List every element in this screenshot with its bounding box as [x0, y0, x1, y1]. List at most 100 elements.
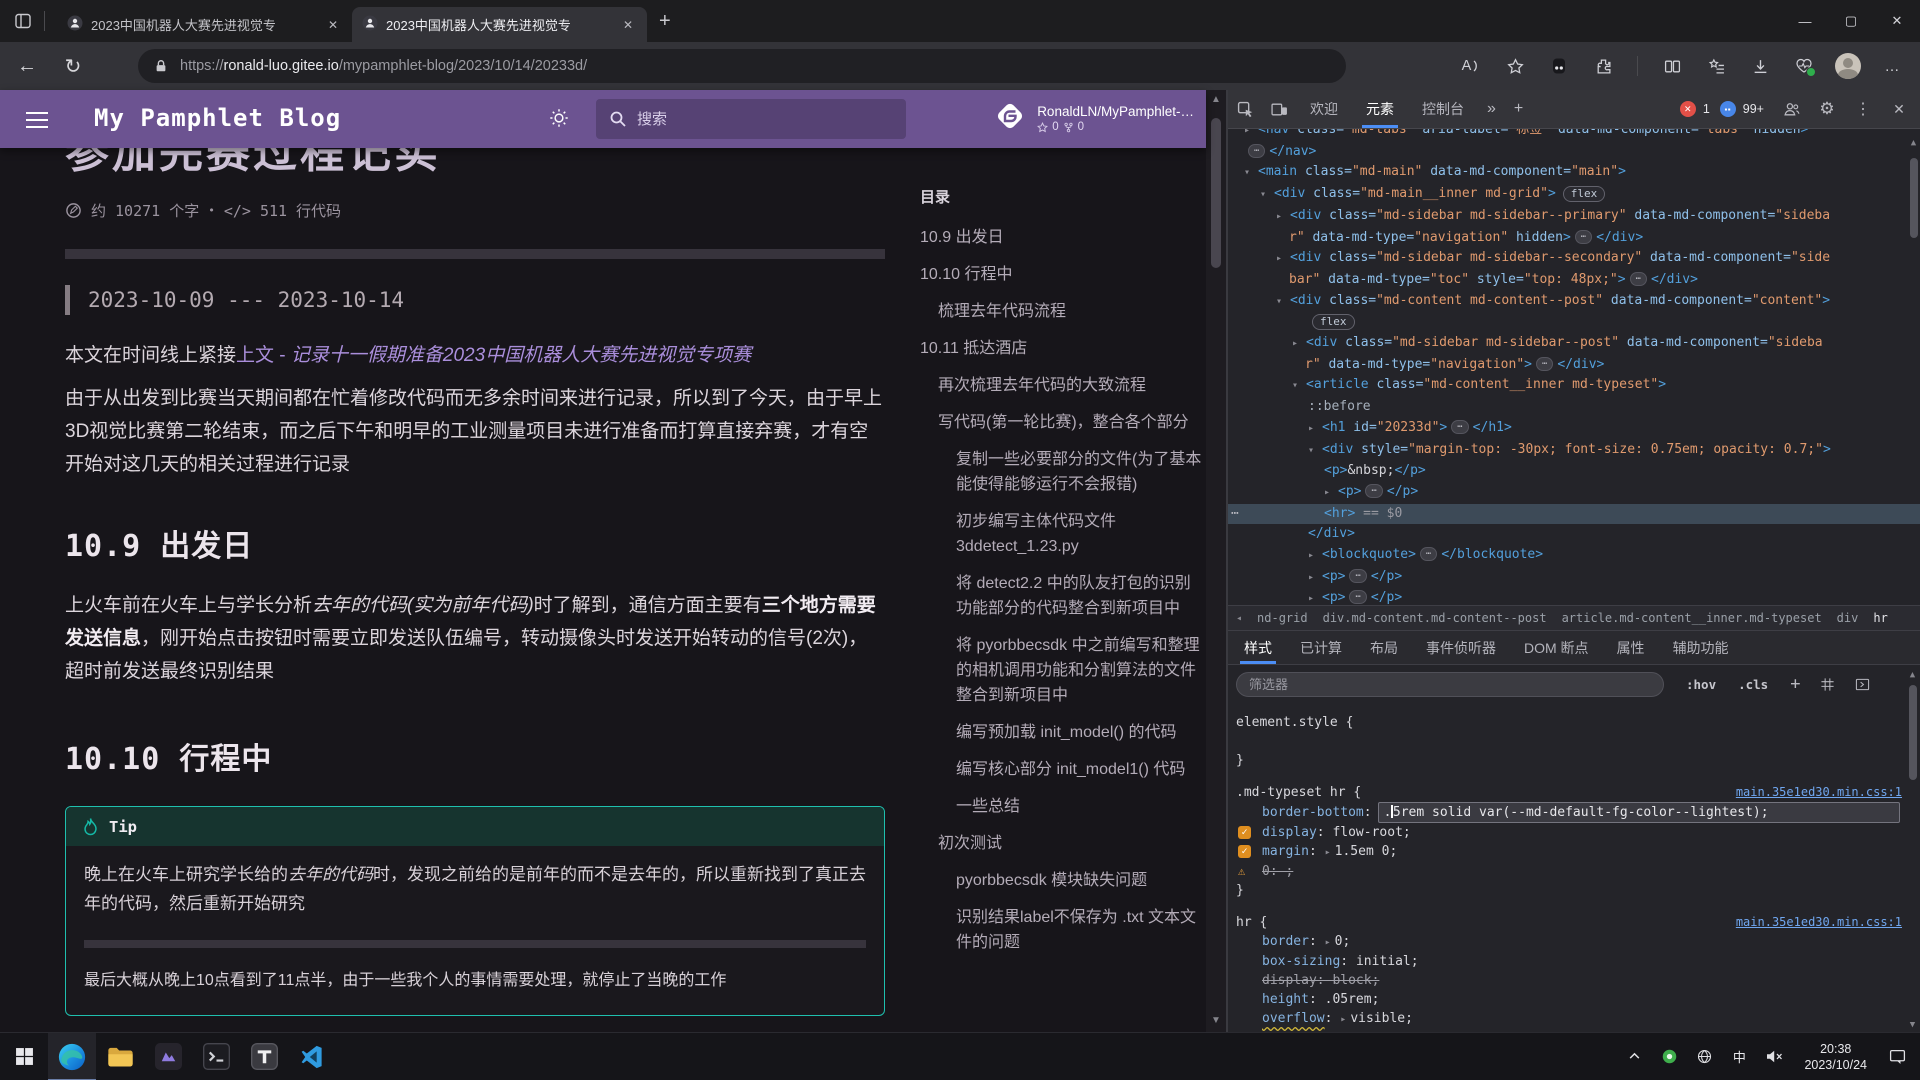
toc-item[interactable]: 梳理去年代码流程	[920, 299, 1206, 324]
breadcrumb-item[interactable]: nd-grid	[1257, 611, 1308, 625]
toc-item[interactable]: 初次测试	[920, 831, 1206, 856]
search-input[interactable]	[637, 111, 857, 128]
devtools-tab-console[interactable]: 控制台	[1408, 90, 1478, 128]
devtools-tree-row[interactable]: ⋯<hr> == $0	[1228, 504, 1920, 525]
expand-dots-icon[interactable]: ⋯	[1536, 357, 1553, 371]
refresh-button[interactable]: ↻	[54, 47, 92, 85]
search-box[interactable]	[596, 99, 906, 139]
css-declaration[interactable]: ⚠0:–;	[1236, 862, 1904, 881]
error-count[interactable]: 1	[1703, 102, 1710, 116]
css-declaration[interactable]: box-sizing: initial;	[1236, 952, 1904, 971]
toc-item[interactable]: 写代码(第一轮比赛)，整合各个部分	[920, 410, 1206, 435]
browser-tab-1[interactable]: 2023中国机器人大赛先进视觉专 ✕	[57, 7, 352, 42]
styles-tab[interactable]: 样式	[1232, 631, 1284, 664]
expand-dots-icon[interactable]: ⋯	[1248, 144, 1265, 158]
row-menu-icon[interactable]: ⋯	[1231, 504, 1238, 525]
collections-icon[interactable]	[1694, 47, 1738, 85]
tray-network-icon[interactable]	[1691, 1041, 1717, 1073]
settings-more-icon[interactable]: …	[1870, 47, 1914, 85]
expand-dots-icon[interactable]: ⋯	[1349, 590, 1366, 604]
breadcrumb-item[interactable]: hr	[1873, 611, 1887, 625]
toc-item[interactable]: 编写预加载 init_model() 的代码	[920, 720, 1206, 745]
devtools-tree-row[interactable]: ▾<div class="md-main__inner md-grid">fle…	[1228, 184, 1920, 206]
css-declaration[interactable]: height: .05rem;	[1236, 990, 1904, 1009]
class-button[interactable]: .cls	[1738, 677, 1768, 692]
profile-avatar[interactable]	[1826, 47, 1870, 85]
scroll-down-icon[interactable]: ▼	[1206, 1015, 1226, 1026]
devtools-tree-row[interactable]: </div>	[1228, 524, 1920, 545]
expand-dots-icon[interactable]: ⋯	[1451, 420, 1468, 434]
favorite-star-icon[interactable]	[1493, 47, 1537, 85]
page-scrollbar[interactable]: ▲ ▼	[1206, 90, 1226, 1032]
devtools-tree-row[interactable]: ::before	[1228, 397, 1920, 418]
previous-post-link[interactable]: 上文 - 记录十一假期准备2023中国机器人大赛先进视觉专项赛	[236, 345, 751, 366]
devtools-tab-elements[interactable]: 元素	[1352, 90, 1408, 128]
devtools-tree-row[interactable]: <p>&nbsp;</p>	[1228, 461, 1920, 482]
new-tab-button[interactable]: +	[659, 10, 671, 33]
styles-tab[interactable]: 属性	[1605, 631, 1657, 664]
devtools-tree-row[interactable]: ▸<blockquote>⋯</blockquote>	[1228, 545, 1920, 567]
theme-toggle-icon[interactable]	[548, 107, 570, 134]
toc-item[interactable]: pyorbbecsdk 模块缺失问题	[920, 868, 1206, 893]
devtools-tree-row[interactable]: ▸<nav class="md-tabs" aria-label="标签" da…	[1228, 129, 1920, 142]
expand-dots-icon[interactable]: ⋯	[1575, 230, 1592, 244]
expand-dots-icon[interactable]: ⋯	[1630, 272, 1647, 286]
notification-center-icon[interactable]	[1884, 1041, 1910, 1073]
address-bar[interactable]: https://ronald-luo.gitee.io/mypamphlet-b…	[138, 49, 1346, 83]
stylesheet-link[interactable]: main.35e1ed30.min.css:1	[1736, 913, 1902, 932]
declaration-checkbox[interactable]	[1238, 826, 1251, 839]
css-selector[interactable]: hr {	[1236, 915, 1267, 930]
css-declaration[interactable]: overflow: visible;	[1236, 1009, 1904, 1029]
devtools-tab-welcome[interactable]: 欢迎	[1296, 90, 1352, 128]
flex-badge[interactable]: flex	[1563, 186, 1606, 202]
css-declaration[interactable]: border-bottom: .5rem solid var(--md-defa…	[1236, 802, 1904, 823]
scroll-up-icon[interactable]: ▲	[1206, 94, 1226, 105]
feedback-people-icon[interactable]	[1774, 90, 1808, 128]
devtools-kebab-icon[interactable]: ⋮	[1846, 90, 1880, 128]
split-screen-icon[interactable]	[1650, 47, 1694, 85]
tab-close-icon[interactable]: ✕	[324, 18, 342, 32]
back-button[interactable]: ←	[8, 47, 46, 85]
devtools-tree-row[interactable]: ▸<p>⋯</p>	[1228, 588, 1920, 605]
taskbar-vscode-icon[interactable]	[288, 1033, 336, 1080]
hover-state-button[interactable]: :hov	[1686, 677, 1716, 692]
devtools-tree-row[interactable]: ▾<article class="md-content__inner md-ty…	[1228, 375, 1920, 397]
more-tabs-icon[interactable]: »	[1478, 100, 1505, 118]
computed-grid-icon[interactable]	[1820, 677, 1835, 692]
expand-dots-icon[interactable]: ⋯	[1420, 547, 1437, 561]
read-aloud-icon[interactable]: A	[1449, 47, 1493, 85]
devtools-tree-row[interactable]: ▸<div class="md-sidebar md-sidebar--seco…	[1228, 248, 1920, 270]
expand-dots-icon[interactable]: ⋯	[1349, 569, 1366, 583]
extension-icon[interactable]	[1537, 47, 1581, 85]
toc-item[interactable]: 初步编写主体代码文件 3ddetect_1.23.py	[920, 509, 1206, 559]
toc-item[interactable]: 复制一些必要部分的文件(为了基本能使得能够运行不会报错)	[920, 447, 1206, 497]
tray-volume-muted-icon[interactable]	[1761, 1041, 1787, 1073]
toc-item[interactable]: 识别结果label不保存为 .txt 文本文件的问题	[920, 905, 1206, 955]
styles-tab[interactable]: 辅助功能	[1661, 631, 1741, 664]
scrollbar-thumb[interactable]	[1211, 118, 1221, 268]
lock-icon[interactable]	[154, 59, 168, 73]
devtools-tree-row[interactable]: r" data-md-type="navigation">⋯</div>	[1228, 355, 1920, 376]
css-declaration[interactable]: display: flow-root;	[1236, 823, 1904, 842]
devtools-settings-icon[interactable]: ⚙	[1810, 90, 1844, 128]
styles-tab[interactable]: 已计算	[1288, 631, 1354, 664]
tray-chevron-icon[interactable]	[1621, 1041, 1647, 1073]
devtools-close-icon[interactable]: ✕	[1882, 90, 1916, 128]
devtools-tree-row[interactable]: ▾<div class="md-content md-content--post…	[1228, 291, 1920, 313]
devtools-tree-row[interactable]: ⋯</nav>	[1228, 142, 1920, 163]
inspect-element-icon[interactable]	[1228, 90, 1262, 128]
add-panel-icon[interactable]: +	[1505, 100, 1532, 118]
devtools-tree-row[interactable]: ▾<div style="margin-top: -30px; font-siz…	[1228, 440, 1920, 462]
extensions-puzzle-icon[interactable]	[1581, 47, 1625, 85]
styles-tab[interactable]: DOM 断点	[1512, 631, 1601, 664]
devtools-tree-row[interactable]: flex	[1228, 312, 1920, 333]
issues-count[interactable]: 99+	[1743, 102, 1764, 116]
taskbar-typora-icon[interactable]	[240, 1033, 288, 1080]
css-declaration[interactable]: display: block;	[1236, 971, 1904, 990]
taskbar-edge-icon[interactable]	[48, 1033, 96, 1080]
styles-scrollbar[interactable]: ▲ ▼	[1907, 670, 1918, 1030]
css-selector[interactable]: element.style {	[1236, 715, 1353, 730]
toc-item[interactable]: 10.9 出发日	[920, 225, 1206, 250]
window-maximize-button[interactable]: ▢	[1828, 0, 1874, 42]
breadcrumb-item[interactable]: article.md-content__inner.md-typeset	[1562, 611, 1822, 625]
